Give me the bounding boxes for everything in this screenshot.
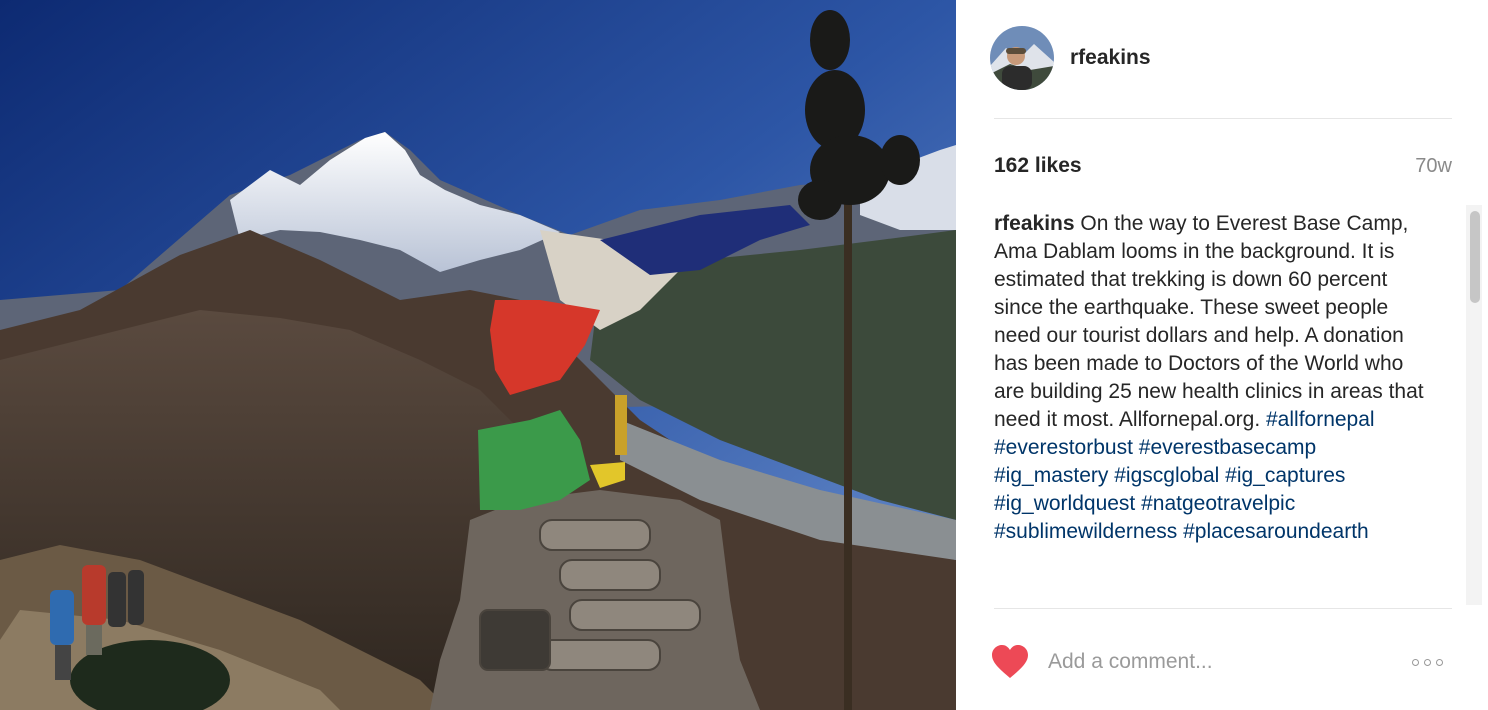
hashtag[interactable]: #allfornepal bbox=[1266, 408, 1375, 431]
hashtag[interactable]: #sublimewilderness bbox=[994, 520, 1177, 543]
post-sidebar: rfeakins 162 likes 70w rfeakins On the w… bbox=[956, 0, 1488, 710]
mountain-landscape-image bbox=[0, 0, 956, 710]
hashtag[interactable]: #ig_mastery bbox=[994, 464, 1108, 487]
user-avatar-image bbox=[990, 26, 1054, 90]
dot bbox=[1424, 658, 1431, 666]
post-timestamp[interactable]: 70w bbox=[1415, 155, 1452, 178]
caption-username[interactable]: rfeakins bbox=[994, 212, 1075, 235]
hashtag[interactable]: #placesaroundearth bbox=[1183, 520, 1369, 543]
username[interactable]: rfeakins bbox=[1070, 46, 1151, 70]
avatar[interactable] bbox=[990, 26, 1054, 90]
caption-scroll-area[interactable]: rfeakins On the way to Everest Base Camp… bbox=[994, 210, 1464, 606]
caption-text: On the way to Everest Base Camp, Ama Dab… bbox=[994, 212, 1424, 431]
hashtag[interactable]: #everestbasecamp bbox=[1139, 436, 1316, 459]
hashtag[interactable]: #ig_worldquest bbox=[994, 492, 1135, 515]
dot bbox=[1412, 658, 1419, 666]
hashtag[interactable]: #everestorbust bbox=[994, 436, 1133, 459]
caption: rfeakins On the way to Everest Base Camp… bbox=[994, 210, 1434, 546]
header-divider bbox=[994, 118, 1452, 119]
scrollbar-thumb[interactable] bbox=[1470, 211, 1480, 303]
dot bbox=[1436, 658, 1443, 666]
caption-scrollbar[interactable] bbox=[1466, 205, 1482, 605]
hashtag[interactable]: #igscglobal bbox=[1114, 464, 1219, 487]
likes-count[interactable]: 162 likes bbox=[994, 154, 1082, 178]
more-options-icon[interactable] bbox=[1412, 656, 1452, 668]
hashtag[interactable]: #natgeotravelpic bbox=[1141, 492, 1295, 515]
comment-divider bbox=[994, 608, 1452, 609]
heart-icon[interactable] bbox=[990, 644, 1030, 680]
comment-input[interactable] bbox=[1048, 646, 1348, 678]
hashtag[interactable]: #ig_captures bbox=[1225, 464, 1345, 487]
post-photo[interactable] bbox=[0, 0, 956, 710]
